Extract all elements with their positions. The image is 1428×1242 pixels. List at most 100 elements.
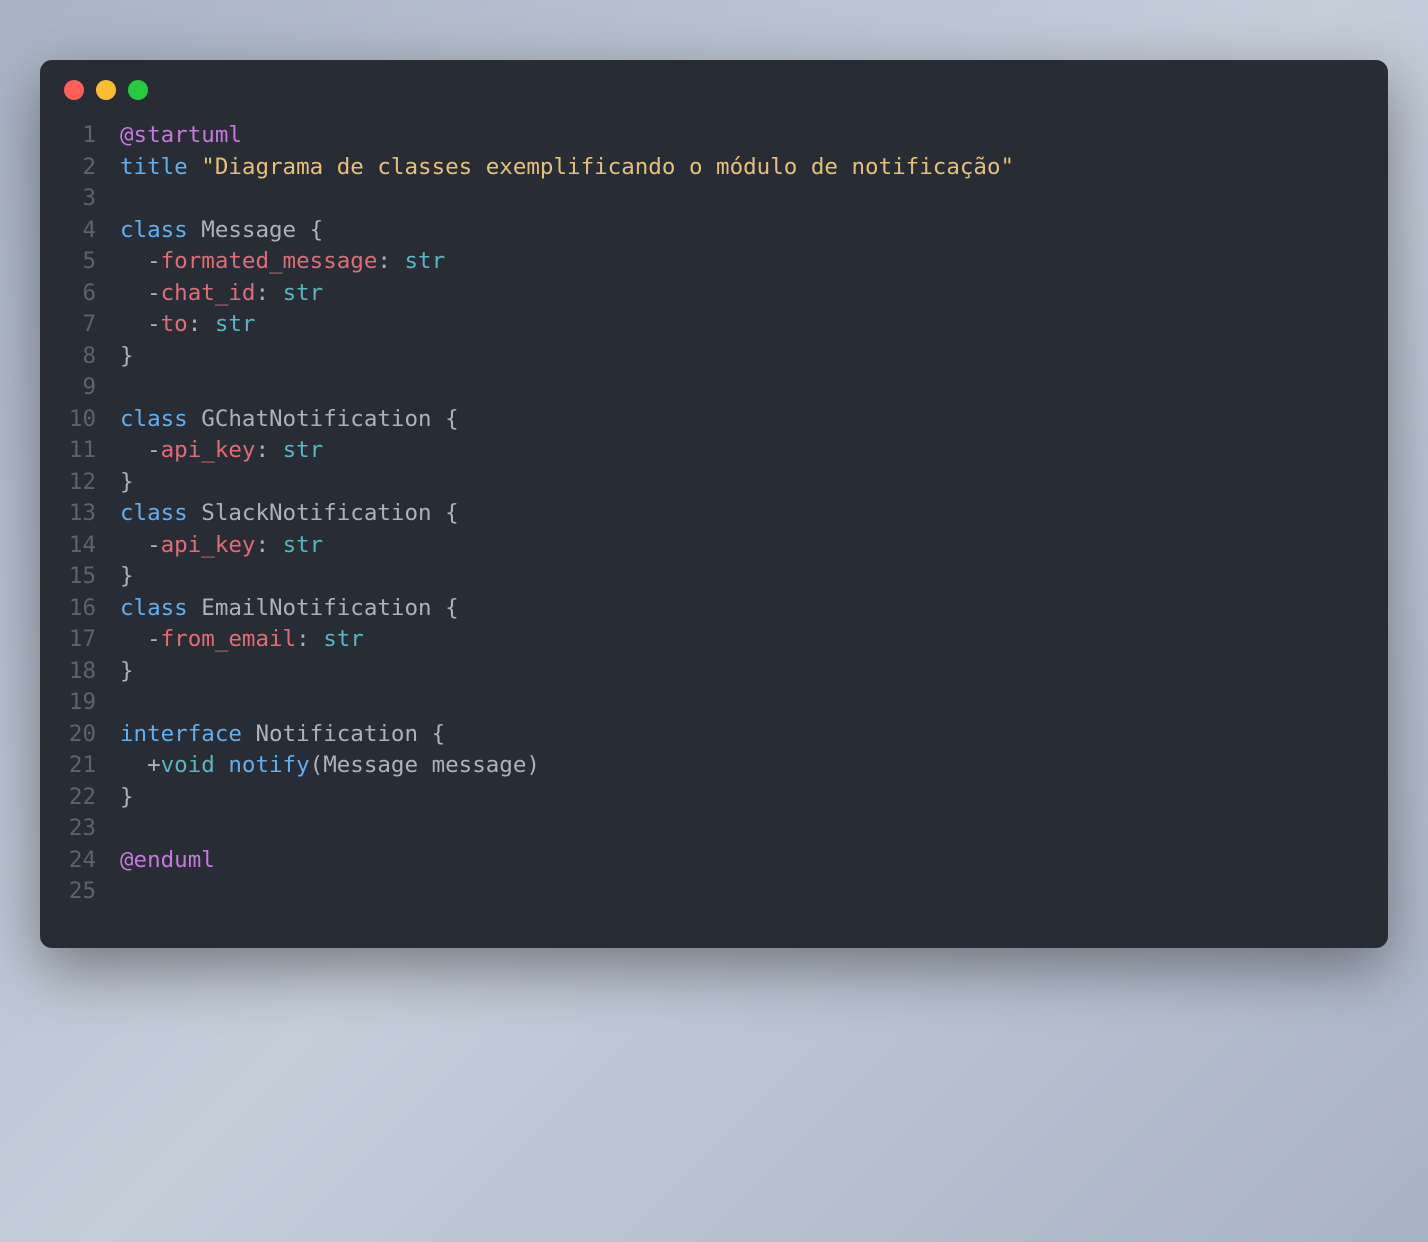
code-line[interactable]: 23 [40,813,1388,845]
code-line[interactable]: 3 [40,183,1388,215]
code-token: ( [310,752,324,778]
line-content: class EmailNotification { [120,593,459,625]
line-content: -formated_message: str [120,246,445,278]
code-token: } [120,563,134,589]
code-token: - [120,437,161,463]
code-token: to [161,311,188,337]
code-line[interactable]: 10class GChatNotification { [40,404,1388,436]
code-line[interactable]: 14 -api_key: str [40,530,1388,562]
code-line[interactable]: 4class Message { [40,215,1388,247]
code-line[interactable]: 25 [40,876,1388,908]
code-token: - [120,311,161,337]
code-line[interactable]: 17 -from_email: str [40,624,1388,656]
code-line[interactable]: 2title "Diagrama de classes exemplifican… [40,152,1388,184]
line-content: -from_email: str [120,624,364,656]
line-content: } [120,467,134,499]
code-token: str [283,437,324,463]
code-token [188,500,202,526]
line-content: class SlackNotification { [120,498,459,530]
code-token: { [418,721,445,747]
code-line[interactable]: 15} [40,561,1388,593]
code-token: Notification [255,721,418,747]
code-token: - [120,280,161,306]
code-token: class [120,406,188,432]
code-token: : [377,248,404,274]
line-number: 19 [40,687,120,719]
line-number: 21 [40,750,120,782]
code-token: { [432,595,459,621]
line-number: 8 [40,341,120,373]
code-token: + [120,752,161,778]
line-number: 10 [40,404,120,436]
line-number: 14 [40,530,120,562]
code-token [242,721,256,747]
line-content: title "Diagrama de classes exemplificand… [120,152,1014,184]
code-line[interactable]: 18} [40,656,1388,688]
code-token: - [120,248,161,274]
code-token [188,154,202,180]
minimize-icon[interactable] [96,80,116,100]
line-number: 25 [40,876,120,908]
line-number: 12 [40,467,120,499]
line-number: 15 [40,561,120,593]
code-line[interactable]: 21 +void notify(Message message) [40,750,1388,782]
code-token: : [255,532,282,558]
code-line[interactable]: 13class SlackNotification { [40,498,1388,530]
code-line[interactable]: 12} [40,467,1388,499]
code-area[interactable]: 1@startuml2title "Diagrama de classes ex… [40,110,1388,948]
line-content: @startuml [120,120,242,152]
code-token: ) [526,752,540,778]
code-token: class [120,500,188,526]
code-token [188,217,202,243]
line-content [120,687,134,719]
code-line[interactable]: 1@startuml [40,120,1388,152]
line-number: 17 [40,624,120,656]
code-token: } [120,469,134,495]
code-line[interactable]: 22} [40,782,1388,814]
code-token: notify [228,752,309,778]
code-token: void [161,752,215,778]
code-token: api_key [161,437,256,463]
code-line[interactable]: 8} [40,341,1388,373]
line-number: 18 [40,656,120,688]
code-line[interactable]: 11 -api_key: str [40,435,1388,467]
code-token: SlackNotification [201,500,431,526]
code-token: { [432,500,459,526]
code-line[interactable]: 5 -formated_message: str [40,246,1388,278]
code-line[interactable]: 16class EmailNotification { [40,593,1388,625]
code-token [188,406,202,432]
code-token: str [283,280,324,306]
code-token: GChatNotification [201,406,431,432]
code-token: : [255,437,282,463]
code-token: { [432,406,459,432]
line-content: class Message { [120,215,323,247]
code-token: str [404,248,445,274]
code-token: api_key [161,532,256,558]
editor-window: 1@startuml2title "Diagrama de classes ex… [40,60,1388,948]
code-line[interactable]: 19 [40,687,1388,719]
line-content: interface Notification { [120,719,445,751]
code-line[interactable]: 24@enduml [40,845,1388,877]
line-content: } [120,341,134,373]
code-token: from_email [161,626,296,652]
code-token: str [323,626,364,652]
maximize-icon[interactable] [128,80,148,100]
line-content: } [120,782,134,814]
line-content: class GChatNotification { [120,404,459,436]
code-token: formated_message [161,248,378,274]
code-line[interactable]: 20interface Notification { [40,719,1388,751]
code-line[interactable]: 7 -to: str [40,309,1388,341]
line-number: 13 [40,498,120,530]
line-content [120,813,134,845]
code-token: Message message [323,752,526,778]
code-token: : [255,280,282,306]
code-token: - [120,626,161,652]
code-line[interactable]: 6 -chat_id: str [40,278,1388,310]
close-icon[interactable] [64,80,84,100]
line-content: @enduml [120,845,215,877]
code-token: Message [201,217,296,243]
code-line[interactable]: 9 [40,372,1388,404]
line-number: 16 [40,593,120,625]
line-content: -chat_id: str [120,278,323,310]
line-number: 6 [40,278,120,310]
